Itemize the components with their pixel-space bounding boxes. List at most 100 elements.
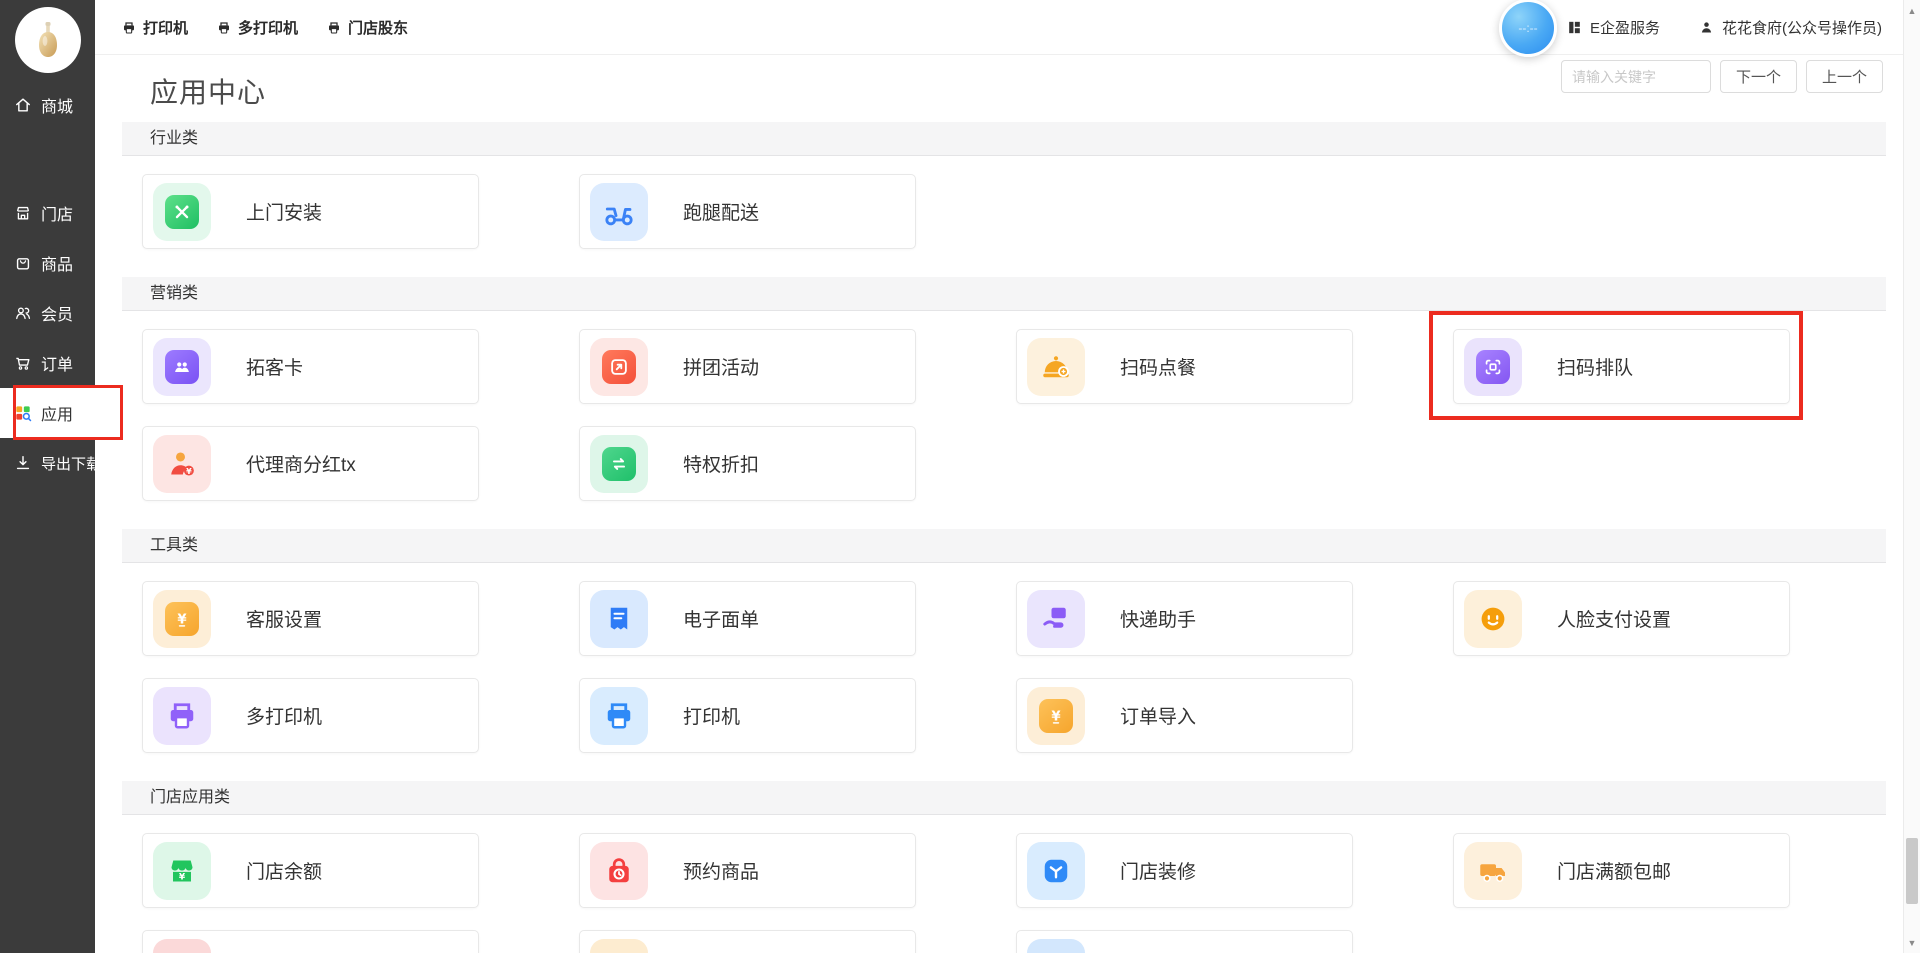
topbar-link-多打印机[interactable]: 多打印机 bbox=[216, 17, 298, 38]
app-card-打印机[interactable]: 打印机 bbox=[579, 678, 916, 753]
app-icon-box: ¥ bbox=[1039, 699, 1073, 733]
app-card-订单导入[interactable]: ¥ 订单导入 bbox=[1016, 678, 1353, 753]
tools-icon bbox=[171, 201, 193, 223]
app-label: 多打印机 bbox=[246, 702, 322, 729]
app-card-客服设置[interactable]: ¥客服设置 bbox=[142, 581, 479, 656]
app-label: 特权折扣 bbox=[683, 450, 759, 477]
account-menu-button[interactable]: 花花食府(公众号操作员) bbox=[1698, 17, 1882, 38]
scrollbar-thumb[interactable] bbox=[1906, 838, 1918, 904]
home-icon bbox=[13, 95, 33, 115]
app-card-多打印机[interactable]: 多打印机 bbox=[142, 678, 479, 753]
app-card-跑腿配送[interactable]: 跑腿配送 bbox=[579, 174, 916, 249]
next-button[interactable]: 下一个 bbox=[1720, 60, 1797, 93]
main-content: 应用中心 下一个 上一个 行业类上门安装跑腿配送营销类拓客卡拼团活动扫码点餐扫码… bbox=[95, 55, 1903, 953]
scrollbar-down-arrow-icon[interactable]: ▼ bbox=[1904, 934, 1920, 951]
app-label: 电子面单 bbox=[683, 605, 759, 632]
app-icon-tile bbox=[590, 183, 648, 241]
apps-grid-icon bbox=[13, 403, 33, 423]
printer-icon bbox=[326, 20, 342, 36]
app-icon-glyph bbox=[1038, 853, 1074, 889]
app-label: 拓客卡 bbox=[246, 353, 303, 380]
app-icon-tile bbox=[590, 338, 648, 396]
storefront-fill-icon: ¥ bbox=[164, 853, 200, 889]
receipt-icon bbox=[601, 601, 637, 637]
app-card-门店余额[interactable]: ¥门店余额 bbox=[142, 833, 479, 908]
app-card-门店满额包邮[interactable]: 门店满额包邮 bbox=[1453, 833, 1790, 908]
app-label: 门店装修 bbox=[1120, 857, 1196, 884]
app-card-拼团活动[interactable]: 拼团活动 bbox=[579, 329, 916, 404]
app-card-门店装修[interactable]: 门店装修 bbox=[1016, 833, 1353, 908]
app-label: 门店满额包邮 bbox=[1557, 857, 1671, 884]
app-label: 跑腿配送 bbox=[683, 198, 759, 225]
app-icon-tile bbox=[153, 687, 211, 745]
sidebar-item-门店[interactable]: 门店 bbox=[0, 188, 95, 238]
qr-scan-icon bbox=[1482, 356, 1504, 378]
app-card-特权折扣[interactable]: 特权折扣 bbox=[579, 426, 916, 501]
app-icon-tile bbox=[590, 590, 648, 648]
app-icon-tile bbox=[1027, 842, 1085, 900]
app-card-partial[interactable] bbox=[142, 930, 479, 953]
bag-clock-icon bbox=[601, 853, 637, 889]
app-card-电子面单[interactable]: 电子面单 bbox=[579, 581, 916, 656]
sidebar-item-label: 商品 bbox=[41, 251, 73, 275]
vertical-scrollbar[interactable]: ▲ ▼ bbox=[1903, 0, 1920, 953]
app-icon-glyph bbox=[601, 698, 637, 734]
clock-widget-button[interactable]: --:-- bbox=[1499, 0, 1557, 57]
app-icon-box bbox=[1476, 350, 1510, 384]
cloche-icon bbox=[1038, 349, 1074, 385]
app-card-人脸支付设置[interactable]: 人脸支付设置 bbox=[1453, 581, 1790, 656]
app-label: 人脸支付设置 bbox=[1557, 605, 1671, 632]
sidebar-item-导出下载[interactable]: 导出下载 bbox=[0, 438, 95, 488]
app-icon-tile bbox=[153, 338, 211, 396]
printer-icon bbox=[121, 20, 137, 36]
sidebar-item-商品[interactable]: 商品 bbox=[0, 238, 95, 288]
app-card-上门安装[interactable]: 上门安装 bbox=[142, 174, 479, 249]
topbar-link-打印机[interactable]: 打印机 bbox=[121, 17, 188, 38]
app-icon-tile bbox=[153, 939, 211, 953]
scrollbar-up-arrow-icon[interactable]: ▲ bbox=[1904, 2, 1920, 19]
app-card-快递助手[interactable]: 快递助手 bbox=[1016, 581, 1353, 656]
app-card-代理商分红tx[interactable]: ¥ 代理商分红tx bbox=[142, 426, 479, 501]
sidebar-spacer bbox=[0, 125, 95, 188]
app-card-扫码点餐[interactable]: 扫码点餐 bbox=[1016, 329, 1353, 404]
sidebar-item-home[interactable]: 商城 bbox=[0, 85, 95, 125]
topbar: 打印机 多打印机 门店股东 --:-- E企盈服务 花花食府(公众号操作员) bbox=[95, 0, 1903, 55]
sidebar-item-会员[interactable]: 会员 bbox=[0, 288, 95, 338]
sidebar-item-应用[interactable]: 应用 bbox=[0, 388, 103, 438]
app-icon-tile: ¥ bbox=[1027, 687, 1085, 745]
printer-icon bbox=[601, 698, 637, 734]
app-icon-tile bbox=[590, 687, 648, 745]
sidebar-item-订单[interactable]: 订单 bbox=[0, 338, 95, 388]
yen-icon: ¥ bbox=[1045, 705, 1067, 727]
app-icon-box: ¥ bbox=[165, 602, 199, 636]
truck-icon bbox=[1475, 853, 1511, 889]
app-label: 订单导入 bbox=[1120, 702, 1196, 729]
app-card-partial[interactable] bbox=[1016, 930, 1353, 953]
app-icon-tile bbox=[590, 435, 648, 493]
app-label: 代理商分红tx bbox=[246, 450, 356, 477]
app-icon-glyph: ¥ bbox=[164, 446, 200, 482]
app-icon-glyph bbox=[164, 698, 200, 734]
keyword-search-input[interactable] bbox=[1561, 60, 1711, 93]
printer-icon bbox=[164, 698, 200, 734]
app-icon-glyph bbox=[1038, 349, 1074, 385]
topbar-link-门店股东[interactable]: 门店股东 bbox=[326, 17, 408, 38]
prev-button[interactable]: 上一个 bbox=[1806, 60, 1883, 93]
arrow-square-icon bbox=[608, 356, 630, 378]
app-icon-tile bbox=[1464, 842, 1522, 900]
section-title: 工具类 bbox=[150, 537, 198, 554]
keyword-finder: 下一个 上一个 bbox=[1561, 60, 1883, 93]
clock-text: --:-- bbox=[1518, 21, 1537, 35]
app-label: 上门安装 bbox=[246, 198, 322, 225]
app-card-拓客卡[interactable]: 拓客卡 bbox=[142, 329, 479, 404]
app-icon-glyph bbox=[1038, 601, 1074, 637]
service-menu-button[interactable]: E企盈服务 bbox=[1566, 17, 1660, 38]
app-card-扫码排队[interactable]: 扫码排队 bbox=[1453, 329, 1790, 404]
app-icon-box bbox=[602, 350, 636, 384]
app-card-预约商品[interactable]: 预约商品 bbox=[579, 833, 916, 908]
section-title: 营销类 bbox=[150, 285, 198, 302]
app-icon-glyph bbox=[601, 601, 637, 637]
app-icon-tile: ¥ bbox=[153, 590, 211, 648]
app-icon-tile bbox=[153, 183, 211, 241]
app-card-partial[interactable] bbox=[579, 930, 916, 953]
